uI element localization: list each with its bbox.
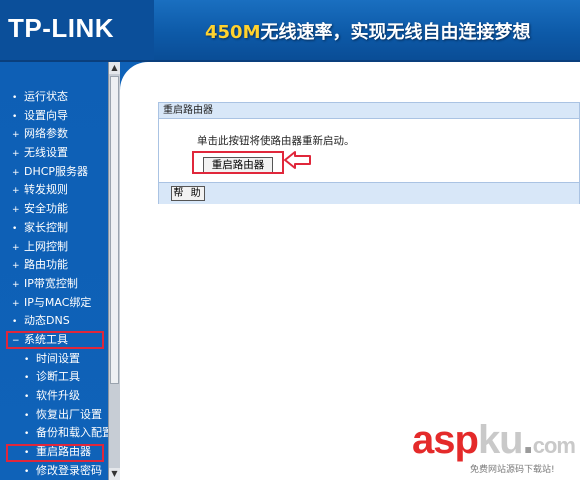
panel-footer: 帮 助 (159, 182, 579, 204)
sidebar-item[interactable]: • 诊断工具 (0, 368, 108, 387)
sidebar-item-label: 修改登录密码 (36, 463, 102, 477)
scroll-down-icon[interactable]: ▼ (109, 468, 120, 480)
sidebar-item-label: IP带宽控制 (24, 276, 78, 290)
sidebar-item[interactable]: + 路由功能 (0, 256, 108, 275)
watermark-logo-ku: ku (477, 418, 524, 462)
sidebar-item[interactable]: + 无线设置 (0, 144, 108, 163)
sidebar-item[interactable]: + 转发规则 (0, 181, 108, 200)
sidebar-item[interactable]: • 恢复出厂设置 (0, 406, 108, 425)
sidebar-item-label: DHCP服务器 (24, 164, 89, 178)
sidebar-item-label: 上网控制 (24, 239, 68, 253)
sidebar-item[interactable]: • 备份和载入配置 (0, 424, 113, 443)
sidebar-bullet-icon: + (12, 205, 20, 216)
sidebar-item-label: 诊断工具 (36, 370, 80, 384)
sidebar-bullet-icon: • (24, 373, 30, 384)
sidebar-bullet-icon: + (12, 261, 20, 272)
sidebar-bullet-icon: + (12, 279, 20, 290)
sidebar-item-label: 运行状态 (24, 90, 68, 103)
tp-link-logo: TP-LINK (8, 13, 115, 43)
sidebar-bullet-icon: • (24, 354, 30, 365)
sidebar-bullet-icon: + (12, 242, 20, 253)
sidebar-item-label: 安全功能 (24, 202, 68, 216)
sidebar-item-label: 恢复出厂设置 (36, 407, 102, 421)
panel-title: 重启路由器 (159, 103, 579, 119)
sidebar-item-label: 软件升级 (36, 389, 80, 402)
banner-text: 无线速率，实现无线自由连接梦想 (260, 22, 531, 43)
sidebar-item-label: 转发规则 (24, 183, 68, 197)
sidebar-item[interactable]: • 时间设置 (0, 350, 108, 369)
sidebar-item[interactable]: + IP带宽控制 (0, 275, 108, 294)
sidebar-bullet-icon: • (24, 429, 30, 440)
banner-speed: 450M (205, 22, 261, 43)
watermark-subtitle: 免费网站源码下载站! (470, 465, 555, 475)
sidebar-item[interactable]: + DHCP服务器 (0, 163, 108, 182)
sidebar-item-label: 家长控制 (24, 220, 68, 234)
logo-box: TP-LINK (0, 0, 154, 60)
sidebar-item[interactable]: + IP与MAC绑定 (0, 294, 108, 313)
scroll-up-icon[interactable]: ▲ (109, 62, 120, 74)
sidebar-item[interactable]: • 家长控制 (0, 219, 108, 238)
sidebar-bullet-icon: + (12, 149, 20, 160)
highlight-reboot-button (192, 151, 284, 174)
sidebar-bullet-icon: • (24, 410, 30, 421)
arrow-left-icon (284, 151, 311, 169)
sidebar-item-label: 时间设置 (36, 351, 80, 365)
sidebar-bullet-icon: + (12, 130, 20, 141)
sidebar-item-label: 动态DNS (24, 314, 70, 328)
sidebar-bullet-icon: • (24, 392, 30, 402)
sidebar-item[interactable]: + 安全功能 (0, 200, 108, 219)
help-button[interactable]: 帮 助 (171, 186, 205, 201)
watermark-logo-dot: . (522, 418, 534, 462)
sidebar-item-label: 备份和载入配置 (36, 426, 113, 440)
scroll-thumb[interactable] (110, 76, 119, 384)
sidebar-item-label: 设置向导 (24, 108, 68, 122)
highlight-reboot-router (6, 444, 104, 462)
sidebar-item-label: 无线设置 (24, 146, 68, 160)
sidebar-item[interactable]: • 动态DNS (0, 312, 108, 331)
highlight-system-tools (6, 331, 104, 349)
sidebar-menu: • 运行状态 • 设置向导 + 网络参数 + 无线设置 + DHCP服务器 + 转发规则 + 安全功能 • 家… (0, 88, 113, 481)
sidebar-bullet-icon: • (12, 317, 18, 328)
sidebar-bullet-icon: • (12, 223, 18, 234)
panel-description: 单击此按钮将使路由器重新启动。 (197, 135, 355, 147)
watermark-logo-com: com (532, 433, 576, 458)
banner-slogan: 450M无线速率，实现无线自由连接梦想 (205, 18, 531, 44)
sidebar-bullet-icon: + (12, 167, 20, 178)
watermark-logo: aspku.com (412, 418, 576, 468)
sidebar-item[interactable]: • 运行状态 (0, 88, 108, 107)
header-banner: TP-LINK 450M无线速率，实现无线自由连接梦想 (0, 0, 580, 60)
sidebar-item[interactable]: + 上网控制 (0, 238, 108, 257)
sidebar-bullet-icon: • (12, 111, 18, 122)
sidebar-item[interactable]: • 软件升级 (0, 387, 108, 406)
sidebar-item-label: 网络参数 (24, 127, 68, 141)
sidebar-bullet-icon: + (12, 298, 20, 309)
main-corner (120, 62, 160, 92)
sidebar-item[interactable]: • 设置向导 (0, 107, 108, 126)
watermark-logo-asp: asp (412, 418, 479, 462)
sidebar-bullet-icon: + (12, 186, 20, 197)
sidebar-item-label: IP与MAC绑定 (24, 295, 92, 309)
watermark: aspku.com 免费网站源码下载站! (412, 418, 580, 480)
sidebar-bullet-icon: • (24, 466, 30, 477)
sidebar-item[interactable]: • 修改登录密码 (0, 462, 108, 481)
sidebar-item[interactable]: + 网络参数 (0, 125, 108, 144)
sidebar-item-label: 路由功能 (24, 258, 68, 272)
sidebar-bullet-icon: • (12, 93, 18, 103)
